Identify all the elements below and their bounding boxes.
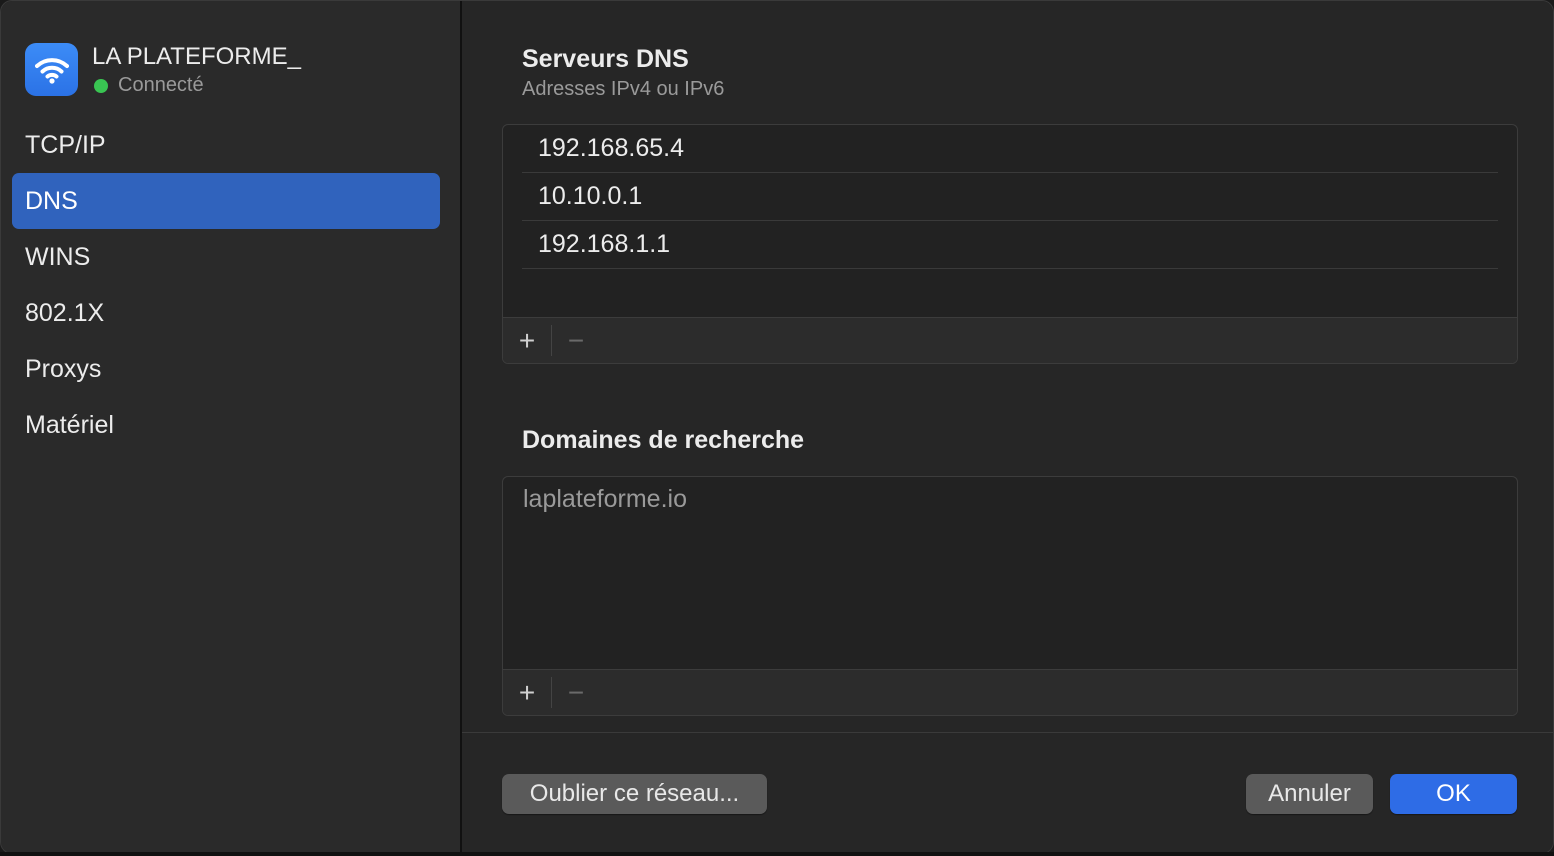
sidebar: LA PLATEFORME_ Connecté TCP/IP DNS WINS …: [1, 1, 462, 853]
network-status: Connecté: [92, 74, 204, 97]
network-header: LA PLATEFORME_ Connecté: [25, 43, 445, 97]
remove-dns-server-button[interactable]: −: [552, 318, 600, 363]
status-dot-icon: [94, 78, 108, 93]
network-name: LA PLATEFORME_: [92, 43, 301, 70]
sidebar-nav: TCP/IP DNS WINS 802.1X Proxys Matériel: [12, 117, 440, 453]
dns-server-row[interactable]: 10.10.0.1: [522, 173, 1498, 221]
wifi-icon: [25, 43, 78, 96]
add-dns-server-button[interactable]: +: [503, 318, 551, 363]
forget-network-button[interactable]: Oublier ce réseau...: [502, 774, 767, 814]
search-domains-list[interactable]: laplateforme.io + −: [502, 476, 1518, 716]
search-domains-toolbar: + −: [503, 669, 1517, 715]
sidebar-item-materiel[interactable]: Matériel: [12, 397, 440, 453]
sidebar-item-wins[interactable]: WINS: [12, 229, 440, 285]
dns-server-row[interactable]: 192.168.1.1: [522, 221, 1498, 269]
dns-servers-title: Serveurs DNS: [522, 45, 689, 73]
dns-server-row[interactable]: 192.168.65.4: [522, 125, 1498, 173]
background-strip: [0, 852, 1554, 856]
remove-search-domain-button[interactable]: −: [552, 670, 600, 715]
sidebar-item-dns[interactable]: DNS: [12, 173, 440, 229]
network-settings-window: LA PLATEFORME_ Connecté TCP/IP DNS WINS …: [0, 0, 1554, 854]
sidebar-item-proxys[interactable]: Proxys: [12, 341, 440, 397]
main-panel: Serveurs DNS Adresses IPv4 ou IPv6 192.1…: [462, 1, 1553, 853]
dns-servers-toolbar: + −: [503, 317, 1517, 363]
sidebar-item-8021x[interactable]: 802.1X: [12, 285, 440, 341]
search-domain-row[interactable]: laplateforme.io: [503, 477, 1517, 514]
add-search-domain-button[interactable]: +: [503, 670, 551, 715]
cancel-button[interactable]: Annuler: [1246, 774, 1373, 814]
search-domains-title: Domaines de recherche: [522, 426, 805, 454]
network-status-label: Connecté: [118, 74, 204, 96]
ok-button[interactable]: OK: [1390, 774, 1517, 814]
dns-servers-list[interactable]: 192.168.65.4 10.10.0.1 192.168.1.1 + −: [502, 124, 1518, 364]
dns-servers-subtitle: Adresses IPv4 ou IPv6: [522, 78, 725, 100]
sidebar-item-tcpip[interactable]: TCP/IP: [12, 117, 440, 173]
footer-divider: [462, 732, 1553, 733]
